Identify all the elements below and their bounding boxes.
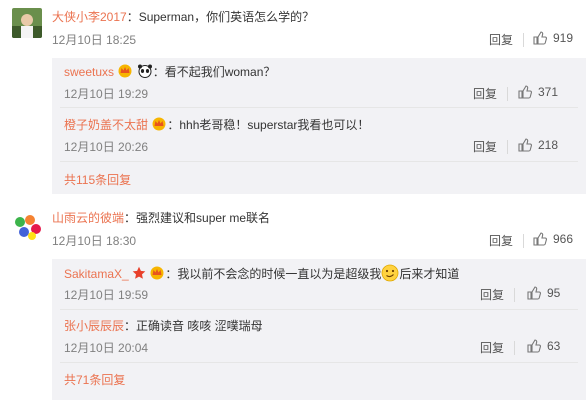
divider <box>507 87 508 101</box>
reply-time: 12月10日 20:26 <box>64 140 149 154</box>
like-button[interactable]: 919 <box>533 31 573 45</box>
reply-divider <box>60 161 578 162</box>
divider <box>514 288 515 302</box>
avatar[interactable] <box>12 8 42 38</box>
like-button[interactable]: 95 <box>527 286 560 300</box>
comment-time: 12月10日 18:25 <box>52 33 137 47</box>
panda-emoji-icon <box>137 64 153 82</box>
reply-button[interactable]: 回复 <box>489 32 513 48</box>
comment-username[interactable]: 大侠小李2017 <box>52 10 127 24</box>
comment-text: ：Superman，你们英语怎么学的？ <box>126 10 315 24</box>
comment-text: ：强烈建议和super me联名 <box>124 211 271 225</box>
like-count: 371 <box>538 85 559 99</box>
reply-text: ：看不起我们woman？ <box>152 65 276 80</box>
vip-crown-badge-icon <box>117 64 133 82</box>
reply-button[interactable]: 回复 <box>473 86 497 102</box>
vip-crown-badge-icon <box>149 266 165 284</box>
like-count: 218 <box>538 138 559 152</box>
thumbs-up-icon <box>533 31 547 45</box>
reply-text: ：我以前不会念的时候一直以为是超级我 <box>165 267 382 282</box>
like-button[interactable]: 63 <box>527 339 560 353</box>
like-count: 966 <box>553 232 574 246</box>
reply-text-tail: 后来才知道 <box>399 267 460 282</box>
reply-text: ：正确读音 咳咳 涩噗瑞母 <box>124 319 263 333</box>
thumbs-up-icon <box>518 138 532 152</box>
divider <box>523 234 524 248</box>
like-count: 63 <box>547 339 561 353</box>
reply-time: 12月10日 20:04 <box>64 341 149 355</box>
reply-divider <box>60 309 578 310</box>
reply-time: 12月10日 19:29 <box>64 87 149 101</box>
like-button[interactable]: 966 <box>533 232 573 246</box>
comment-username[interactable]: 山雨云的彼端 <box>52 211 124 225</box>
divider <box>514 341 515 355</box>
reply-button[interactable]: 回复 <box>473 139 497 155</box>
thumbs-up-icon <box>518 85 532 99</box>
thumbs-up-icon <box>533 232 547 246</box>
like-button[interactable]: 371 <box>518 85 558 99</box>
reply-button[interactable]: 回复 <box>480 340 504 356</box>
like-count: 919 <box>553 31 574 45</box>
like-button[interactable]: 218 <box>518 138 558 152</box>
more-replies-link[interactable]: 共71条回复 <box>64 372 125 388</box>
reply-username[interactable]: sweetuxs <box>64 65 114 79</box>
more-replies-link[interactable]: 共115条回复 <box>64 172 131 188</box>
divider <box>523 33 524 47</box>
reply-divider <box>60 362 578 363</box>
like-count: 95 <box>547 286 561 300</box>
comment-time: 12月10日 18:30 <box>52 234 137 248</box>
reply-button[interactable]: 回复 <box>480 287 504 303</box>
reply-time: 12月10日 19:59 <box>64 288 149 302</box>
thumbs-up-icon <box>527 339 541 353</box>
reply-username[interactable]: SakitamaX_ <box>64 267 129 281</box>
reply-divider <box>60 107 578 108</box>
avatar[interactable] <box>12 212 42 242</box>
divider <box>507 140 508 154</box>
reply-username[interactable]: 张小辰辰辰 <box>64 319 124 333</box>
reply-text: ：hhh老哥稳！superstar我看也可以！ <box>167 118 370 133</box>
vip-crown-badge-icon <box>151 117 167 135</box>
reply-username[interactable]: 橙子奶盖不太甜 <box>64 118 148 132</box>
thumbs-up-icon <box>527 286 541 300</box>
star-badge-icon <box>132 266 146 284</box>
reply-button[interactable]: 回复 <box>489 233 513 249</box>
smirk-emoji-icon <box>381 264 399 286</box>
